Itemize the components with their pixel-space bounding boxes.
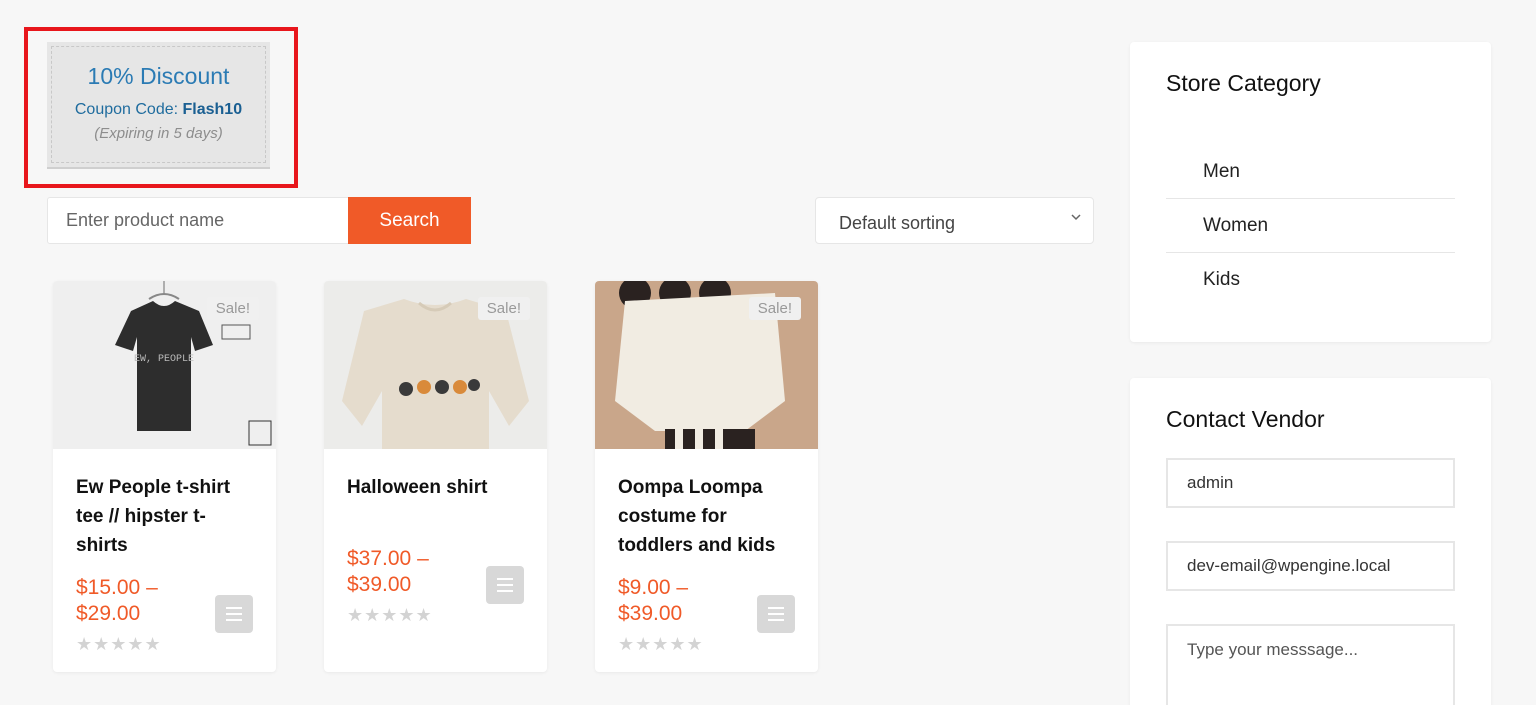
sale-badge: Sale! xyxy=(206,297,259,320)
rating-stars: ★★★★★ xyxy=(618,634,704,654)
rating-stars: ★★★★★ xyxy=(347,605,433,625)
product-search-input[interactable] xyxy=(47,197,349,244)
email-field[interactable] xyxy=(1166,541,1455,591)
list-icon xyxy=(226,607,242,621)
category-item-women[interactable]: Women xyxy=(1166,199,1455,253)
sweatshirt-image[interactable]: Sale! xyxy=(324,281,547,449)
list-icon xyxy=(497,578,513,592)
store-category-title: Store Category xyxy=(1166,70,1321,96)
category-label[interactable]: Women xyxy=(1203,215,1268,237)
product-price: $9.00 – $39.00 xyxy=(618,576,689,625)
costume-image[interactable]: Sale! xyxy=(595,281,818,449)
coupon-code-line: Coupon Code: Flash10 xyxy=(52,101,265,119)
chevron-down-icon xyxy=(1070,210,1082,226)
category-item-kids[interactable]: Kids xyxy=(1166,253,1455,307)
product-title[interactable]: Halloween shirt xyxy=(347,473,527,502)
category-label[interactable]: Kids xyxy=(1203,269,1240,291)
product-title[interactable]: Ew People t-shirt tee // hipster t-shirt… xyxy=(76,473,256,560)
product-card[interactable]: Sale! Oompa Loompa costume for toddlers … xyxy=(595,281,818,672)
product-card[interactable]: EW, PEOPLE Sale! Ew People t-shirt tee /… xyxy=(53,281,276,672)
coupon-code: Flash10 xyxy=(182,101,243,118)
coupon-title: 10% Discount xyxy=(87,63,230,89)
product-card[interactable]: Sale! Halloween shirt $37.00 – $39.00 ★★… xyxy=(324,281,547,672)
svg-text:EW, PEOPLE: EW, PEOPLE xyxy=(134,354,194,365)
select-options-button[interactable] xyxy=(486,566,524,604)
search-button[interactable]: Search xyxy=(348,197,471,244)
sale-badge: Sale! xyxy=(477,297,530,320)
store-category-widget: Store Category Men Women Kids xyxy=(1130,42,1491,342)
message-field[interactable] xyxy=(1166,624,1455,705)
category-item-men[interactable]: Men xyxy=(1166,145,1455,199)
coupon-dashed-border: 10% Discount Coupon Code: Flash10 (Expir… xyxy=(51,46,266,163)
product-price: $15.00 – $29.00 xyxy=(76,576,158,625)
list-icon xyxy=(768,607,784,621)
select-options-button[interactable] xyxy=(215,595,253,633)
sort-select[interactable]: Default sorting xyxy=(815,197,1094,244)
contact-vendor-title: Contact Vendor xyxy=(1166,406,1325,432)
category-label[interactable]: Men xyxy=(1203,161,1240,183)
sort-selected-value: Default sorting xyxy=(839,213,956,233)
sale-badge: Sale! xyxy=(748,297,801,320)
product-title[interactable]: Oompa Loompa costume for toddlers and ki… xyxy=(618,473,798,560)
contact-vendor-widget: Contact Vendor xyxy=(1130,378,1491,705)
tshirt-image[interactable]: EW, PEOPLE Sale! xyxy=(53,281,276,449)
coupon-card: 10% Discount Coupon Code: Flash10 (Expir… xyxy=(47,42,270,169)
product-price: $37.00 – $39.00 xyxy=(347,547,429,596)
rating-stars: ★★★★★ xyxy=(76,634,162,654)
coupon-expiry: (Expiring in 5 days) xyxy=(94,125,223,142)
select-options-button[interactable] xyxy=(757,595,795,633)
name-field[interactable] xyxy=(1166,458,1455,508)
coupon-code-label: Coupon Code: xyxy=(74,101,183,118)
